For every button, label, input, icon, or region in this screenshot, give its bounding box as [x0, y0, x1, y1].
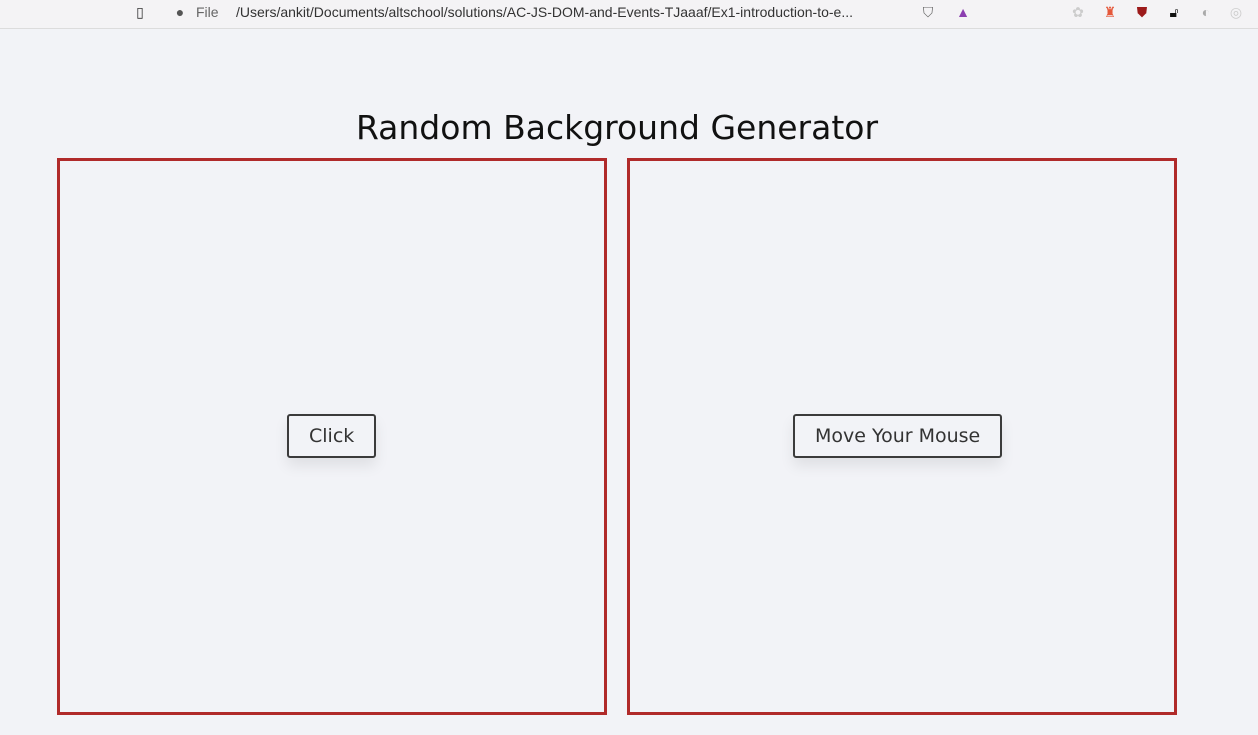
url-scheme: File — [196, 4, 219, 20]
click-button[interactable]: Click — [287, 414, 377, 458]
page-title: Random Background Generator — [355, 108, 879, 147]
ublock-icon[interactable]: ⛊ — [1134, 4, 1150, 20]
lighthouse-icon[interactable]: ♜ — [1102, 4, 1118, 20]
mouse-panel[interactable]: Move Your Mouse — [627, 158, 1177, 715]
extension-icon[interactable]: ◐ — [1198, 4, 1214, 20]
brave-rewards-icon[interactable]: ▲ — [955, 4, 971, 20]
brave-shield-icon[interactable]: ⛉ — [920, 4, 936, 20]
bookmark-icon[interactable]: ▯ — [132, 4, 148, 20]
extension-icon[interactable]: ◎ — [1228, 4, 1244, 20]
address-bar[interactable]: /Users/ankit/Documents/altschool/solutio… — [236, 4, 853, 20]
move-mouse-button[interactable]: Move Your Mouse — [793, 414, 1003, 458]
extension-icon[interactable]: ✿ — [1070, 4, 1086, 20]
click-panel: Click — [57, 158, 607, 715]
lock-extension-icon[interactable]: 🔓︎ — [1166, 4, 1182, 20]
browser-toolbar: ▯ ● File /Users/ankit/Documents/altschoo… — [0, 0, 1258, 29]
info-icon[interactable]: ● — [172, 4, 188, 20]
